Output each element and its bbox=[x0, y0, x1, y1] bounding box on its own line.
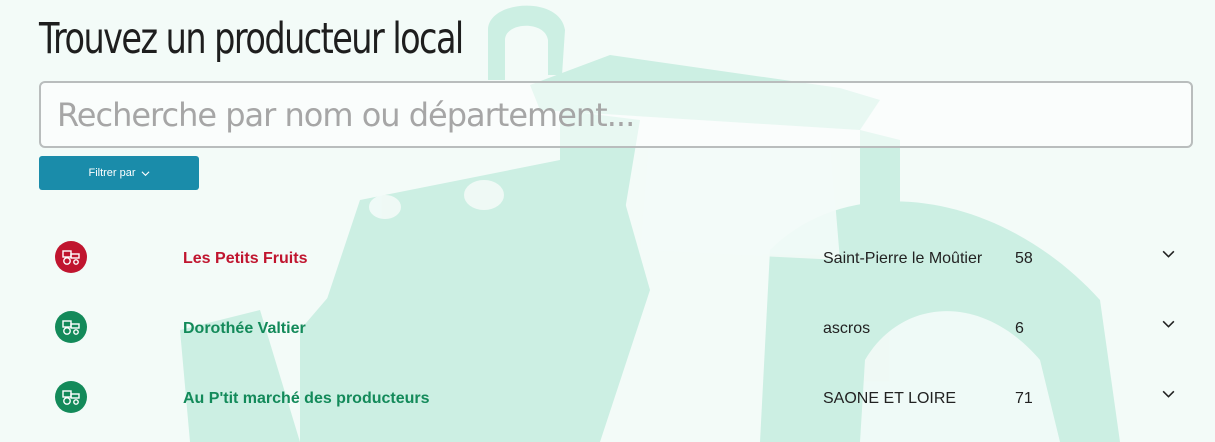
producer-department: 71 bbox=[1015, 390, 1033, 407]
chevron-down-icon[interactable] bbox=[1161, 387, 1176, 402]
list-item[interactable]: Au P'tit marché des producteurs SAONE ET… bbox=[0, 381, 1215, 441]
search-input[interactable] bbox=[39, 81, 1193, 148]
producer-department: 58 bbox=[1015, 250, 1033, 267]
tractor-icon bbox=[55, 311, 87, 343]
producer-name[interactable]: Au P'tit marché des producteurs bbox=[183, 390, 430, 408]
producer-department: 6 bbox=[1015, 320, 1024, 337]
producer-city: ascros bbox=[823, 320, 871, 337]
tractor-icon bbox=[55, 241, 87, 273]
producer-name[interactable]: Les Petits Fruits bbox=[183, 250, 307, 268]
producer-name[interactable]: Dorothée Valtier bbox=[183, 320, 306, 338]
chevron-down-icon[interactable] bbox=[1161, 317, 1176, 332]
chevron-down-icon[interactable] bbox=[1161, 247, 1176, 262]
page-title: Trouvez un producteur local bbox=[39, 14, 464, 64]
chevron-down-icon bbox=[141, 170, 150, 176]
list-item[interactable]: Dorothée Valtier ascros 6 bbox=[0, 311, 1215, 371]
list-item[interactable]: Les Petits Fruits Saint-Pierre le Moûtie… bbox=[0, 241, 1215, 301]
producer-city: Saint-Pierre le Moûtier bbox=[823, 250, 983, 267]
tractor-icon bbox=[55, 381, 87, 413]
filter-button-label: Filtrer par bbox=[88, 167, 136, 179]
filter-button[interactable]: Filtrer par bbox=[39, 156, 199, 190]
producer-city: SAONE ET LOIRE bbox=[823, 390, 957, 407]
